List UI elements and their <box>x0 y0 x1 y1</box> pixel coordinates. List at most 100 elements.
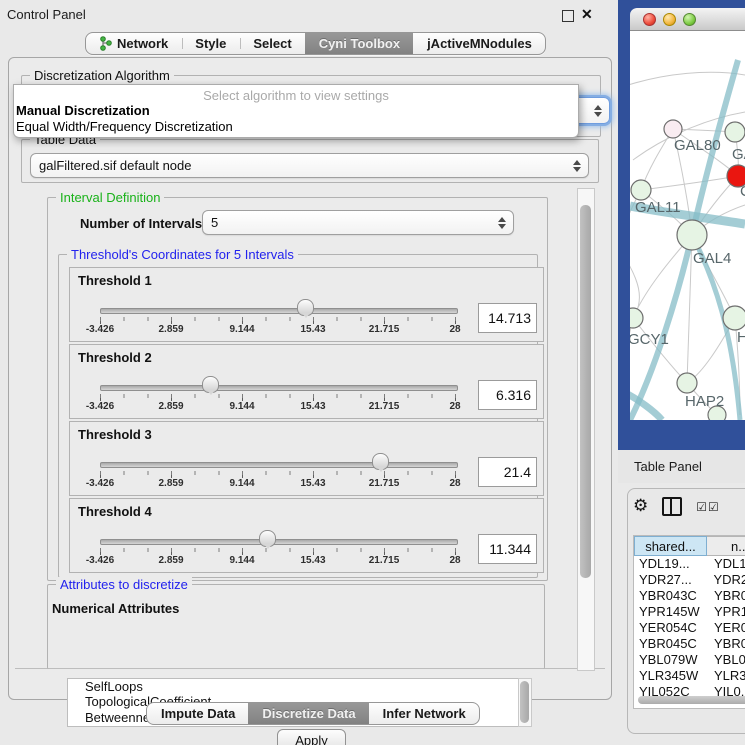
cell-name[interactable]: YDR2... <box>706 572 745 588</box>
popup-option-manual[interactable]: Manual Discretization <box>14 103 578 119</box>
threshold-label: Threshold 4 <box>78 504 152 519</box>
list-scrollbar-thumb[interactable] <box>520 681 529 723</box>
tick-label: -3.426 <box>70 478 130 489</box>
table-row[interactable]: YER054C YER0... <box>634 620 745 636</box>
cyni-mode-tabs: Impute Data Discretize Data Infer Networ… <box>146 702 480 725</box>
number-of-intervals-value: 5 <box>211 215 218 230</box>
popup-hint: Select algorithm to view settings <box>14 85 578 103</box>
control-panel-tabs: Network Style Select Cyni Toolbox jActiv… <box>85 32 546 55</box>
slider-thumb[interactable] <box>259 530 276 547</box>
cell-name[interactable]: YDL1... <box>707 556 745 572</box>
node-label: GCY1 <box>630 331 669 348</box>
table-data-combo[interactable]: galFiltered.sif default node <box>30 153 589 178</box>
threshold-slider[interactable] <box>100 462 458 468</box>
tick-label: 2.859 <box>141 555 201 566</box>
node-label: GAL80 <box>674 137 721 154</box>
zoom-window-icon[interactable] <box>683 13 696 26</box>
tab-impute-data[interactable]: Impute Data <box>147 703 248 724</box>
cell-shared-name[interactable]: YER054C <box>634 620 707 636</box>
table-toolbar: ⚙ ☑☑ <box>633 497 720 516</box>
node-ga <box>725 122 745 142</box>
slider-thumb[interactable] <box>372 453 389 470</box>
select-columns-icon[interactable]: ☑☑ <box>696 500 720 514</box>
number-of-intervals-combo[interactable]: 5 <box>202 210 514 235</box>
node-table: shared... n... YDL19... YDL1... YDR27...… <box>633 535 745 709</box>
threshold-value-field[interactable]: 11.344 <box>478 534 537 564</box>
horizontal-scrollbar-thumb[interactable] <box>638 696 745 704</box>
network-window-titlebar[interactable] <box>630 8 745 31</box>
tick-label: 21.715 <box>354 555 414 566</box>
tab-style[interactable]: Style <box>181 33 239 54</box>
cell-shared-name[interactable]: YBL079W <box>634 652 707 668</box>
table-row[interactable]: YDL19... YDL1... <box>634 556 745 572</box>
tab-select-label: Select <box>253 36 291 51</box>
column-header-shared-name[interactable]: shared... <box>634 536 707 556</box>
cell-shared-name[interactable]: YPR145W <box>634 604 707 620</box>
node-gal80 <box>664 120 682 138</box>
cell-shared-name[interactable]: YBR045C <box>634 636 707 652</box>
close-window-icon[interactable] <box>643 13 656 26</box>
tab-impute-data-label: Impute Data <box>161 706 235 721</box>
table-row[interactable]: YBR045C YBR0... <box>634 636 745 652</box>
cell-name[interactable]: YBR0... <box>707 636 745 652</box>
node-label: C <box>740 183 745 200</box>
split-columns-icon[interactable] <box>662 497 682 516</box>
numerical-attributes-label: Numerical Attributes <box>52 601 179 616</box>
table-row[interactable]: YBL079W YBL0... <box>634 652 745 668</box>
node-label: HAP2 <box>685 393 724 410</box>
tick-label: -3.426 <box>70 555 130 566</box>
table-row[interactable]: YDR27... YDR2... <box>634 572 745 588</box>
cell-name[interactable]: YLR3... <box>707 668 745 684</box>
apply-button[interactable]: Apply <box>277 729 346 745</box>
table-header-row: shared... n... <box>634 536 745 556</box>
threshold-row: Threshold 3 -3.426 2.859 9.144 15.43 21.… <box>69 421 544 496</box>
tab-jactivemnodules-label: jActiveMNodules <box>427 36 532 51</box>
number-of-intervals-label: Number of Intervals <box>80 216 202 231</box>
tab-network[interactable]: Network <box>86 33 181 54</box>
list-scrollbar[interactable] <box>518 678 532 727</box>
tab-cyni-toolbox[interactable]: Cyni Toolbox <box>305 33 413 54</box>
cell-name[interactable]: YER0... <box>707 620 745 636</box>
node-label: GAL11 <box>635 199 681 216</box>
threshold-slider[interactable] <box>100 308 458 314</box>
slider-thumb[interactable] <box>297 299 314 316</box>
tick-label: 9.144 <box>212 478 272 489</box>
threshold-value-field[interactable]: 6.316 <box>478 380 537 410</box>
tick-label: 9.144 <box>212 324 272 335</box>
tab-discretize-data[interactable]: Discretize Data <box>248 703 368 724</box>
popup-option-equal-width[interactable]: Equal Width/Frequency Discretization <box>14 119 578 135</box>
tick-label: 28 <box>425 478 485 489</box>
float-panel-icon[interactable] <box>562 10 574 22</box>
cell-shared-name[interactable]: YDR27... <box>634 572 706 588</box>
node-hap2 <box>677 373 697 393</box>
tab-select[interactable]: Select <box>239 33 304 54</box>
network-view[interactable]: GAL80 GA C GAL11 GAL4 GCY1 H HAP2 <box>630 31 745 420</box>
gear-icon[interactable]: ⚙ <box>633 498 648 515</box>
table-row[interactable]: YLR345W YLR3... <box>634 668 745 684</box>
table-row[interactable]: YBR043C YBR0... <box>634 588 745 604</box>
cell-shared-name[interactable]: YLR345W <box>634 668 707 684</box>
threshold-slider[interactable] <box>100 539 458 545</box>
table-row[interactable]: YPR145W YPR1... <box>634 604 745 620</box>
threshold-row: Threshold 2 -3.426 2.859 9.144 15.43 21.… <box>69 344 544 419</box>
cell-name[interactable]: YBR0... <box>707 588 745 604</box>
panel-scrollbar[interactable] <box>577 188 595 671</box>
table-data-group: Table Data galFiltered.sif default node <box>21 139 599 183</box>
close-panel-icon[interactable]: ✕ <box>581 6 593 23</box>
threshold-value-field[interactable]: 14.713 <box>478 303 537 333</box>
tab-discretize-data-label: Discretize Data <box>262 706 355 721</box>
threshold-slider[interactable] <box>100 385 458 391</box>
cell-shared-name[interactable]: YDL19... <box>634 556 707 572</box>
tick-label: 28 <box>425 401 485 412</box>
column-header-name[interactable]: n... <box>707 536 745 556</box>
slider-thumb[interactable] <box>202 376 219 393</box>
threshold-value-field[interactable]: 21.4 <box>478 457 537 487</box>
minimize-window-icon[interactable] <box>663 13 676 26</box>
cell-shared-name[interactable]: YBR043C <box>634 588 707 604</box>
cell-name[interactable]: YPR1... <box>707 604 745 620</box>
list-item[interactable]: SelfLoops <box>68 679 527 694</box>
cell-name[interactable]: YBL0... <box>707 652 745 668</box>
panel-scrollbar-thumb[interactable] <box>580 205 591 578</box>
tab-jactivemnodules[interactable]: jActiveMNodules <box>413 33 545 54</box>
tab-infer-network[interactable]: Infer Network <box>369 703 479 724</box>
